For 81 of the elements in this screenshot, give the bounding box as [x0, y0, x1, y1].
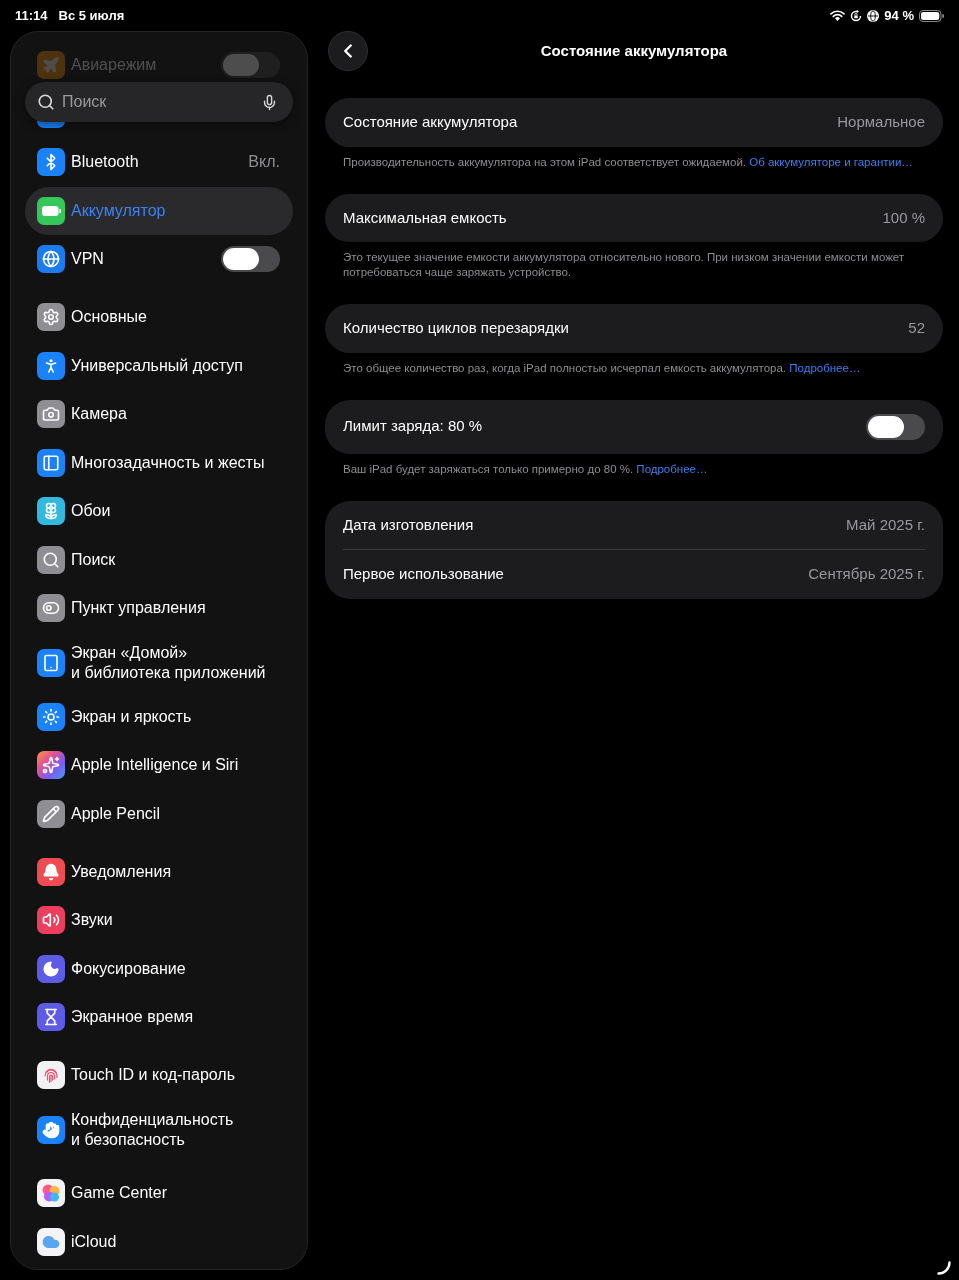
search-field[interactable]: Поиск: [25, 82, 293, 122]
sidebar-item[interactable]: Apple Pencil: [25, 789, 293, 838]
battery-percent: 94 %: [884, 6, 914, 25]
bluetooth-icon: [37, 148, 65, 177]
row-label: Дата изготовления: [343, 514, 474, 535]
globe-icon: [37, 245, 65, 274]
sidebar-item[interactable]: Обои: [25, 487, 293, 536]
sidebar-item[interactable]: Экран «Домой» и библиотека приложений: [25, 632, 293, 693]
panel-icon: [37, 448, 65, 477]
rotation-lock-icon: [850, 9, 863, 22]
sidebar-item[interactable]: Конфиденциальность и безопасность: [25, 1099, 293, 1160]
sidebar-item[interactable]: Многозадачность и жесты: [25, 438, 293, 487]
status-time: 11:14: [15, 6, 48, 25]
row-value: 52: [908, 318, 925, 338]
sun-icon: [37, 702, 65, 731]
cloud-icon: [37, 1227, 65, 1256]
row-label: Количество циклов перезарядки: [343, 318, 569, 338]
sidebar-item[interactable]: Основные: [25, 293, 293, 342]
row-value: Сентябрь 2025 г.: [808, 564, 925, 584]
row-label: Максимальная емкость: [343, 207, 507, 228]
sidebar-item[interactable]: Фокусирование: [25, 944, 293, 993]
sidebar-item[interactable]: Game Center: [25, 1169, 293, 1218]
page-title: Состояние аккумулятора: [540, 40, 728, 61]
link[interactable]: Об аккумуляторе и гарантии…: [749, 155, 913, 168]
moon-icon: [37, 954, 65, 983]
sidebar-item[interactable]: Звуки: [25, 896, 293, 945]
sidebar-item[interactable]: VPN: [25, 235, 293, 284]
row-label: Лимит заряда: 80 %: [343, 416, 483, 437]
footer-text: Ваш iPad будет заряжаться только примерно до 80 %. Подробнее…: [343, 461, 709, 477]
row-value: Нормальное: [837, 112, 925, 132]
row-value: Май 2025 г.: [846, 514, 925, 535]
search-input[interactable]: Поиск: [62, 90, 254, 114]
sidebar-item[interactable]: Apple Intelligence и Siri: [25, 741, 293, 790]
sidebar-item[interactable]: Экранное время: [25, 993, 293, 1042]
back-button[interactable]: [328, 31, 368, 71]
sidebar-item[interactable]: Поиск: [25, 535, 293, 584]
search-icon: [37, 93, 55, 111]
airplane-icon: [37, 51, 65, 80]
row-label: Первое использование: [343, 564, 504, 584]
toggle-switch[interactable]: [221, 246, 280, 273]
sidebar-item[interactable]: Уведомления: [25, 847, 293, 896]
toggle-switch[interactable]: [221, 52, 280, 79]
bubbles-icon: [37, 1179, 65, 1208]
sidebar-item[interactable]: Touch ID и код-пароль: [25, 1051, 293, 1100]
footer-text: Это текущее значение емкости аккумулятора относительно нового. При низком значении емкости может потребоваться чаще заряжать устройство.: [343, 250, 906, 280]
pencil-icon: [37, 799, 65, 828]
magnifier-icon: [37, 545, 65, 574]
fingerprint-icon: [37, 1061, 65, 1090]
row-value: 100 %: [882, 207, 925, 228]
tablet-icon: [37, 648, 65, 677]
link[interactable]: Подробнее…: [789, 361, 861, 374]
footer-text: Производительность аккумулятора на этом iPad соответствует ожидаемой. Об аккумуляторе и гарантии…: [343, 154, 914, 170]
toggle-icon: [37, 594, 65, 623]
hand-icon: [37, 1115, 65, 1144]
toggle-switch[interactable]: [866, 413, 925, 440]
wifi-icon: [830, 10, 846, 21]
footer-text: Это общее количество раз, когда iPad полностью исчерпал емкость аккумулятора. Подробнее…: [343, 360, 862, 376]
gear-icon: [37, 303, 65, 332]
globe-icon: [867, 9, 880, 22]
row-label: Состояние аккумулятора: [343, 112, 518, 132]
link[interactable]: Подробнее…: [636, 462, 708, 475]
sidebar-item[interactable]: Экран и яркость: [25, 692, 293, 741]
hourglass-icon: [37, 1003, 65, 1032]
flower-icon: [37, 497, 65, 526]
sparkle-icon: [37, 751, 65, 780]
status-date: Вс 5 июля: [58, 6, 125, 25]
speaker-icon: [37, 906, 65, 935]
battery-icon: [37, 196, 65, 225]
microphone-icon[interactable]: [261, 93, 278, 111]
sidebar-item[interactable]: Аккумулятор: [25, 186, 293, 235]
bell-icon: [37, 857, 65, 886]
status-value: Вкл.: [248, 152, 280, 173]
arc-icon: [937, 1261, 951, 1275]
sidebar-item[interactable]: Универсальный доступ: [25, 341, 293, 390]
sidebar-item[interactable]: Bluetooth Вкл.: [25, 138, 293, 187]
sidebar-item[interactable]: iCloud: [25, 1217, 293, 1266]
sidebar-item[interactable]: Камера: [25, 390, 293, 439]
sidebar-item[interactable]: Пункт управления: [25, 584, 293, 633]
battery-icon: [919, 9, 944, 22]
person-icon: [37, 351, 65, 380]
camera-icon: [37, 400, 65, 429]
